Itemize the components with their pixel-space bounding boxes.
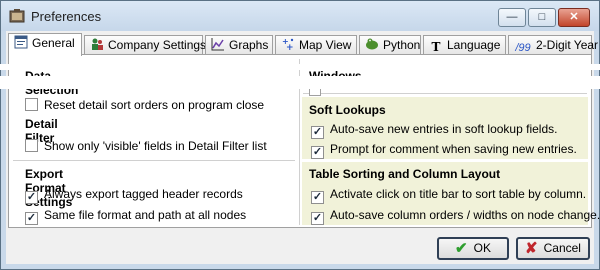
tab-language[interactable]: T Language bbox=[423, 35, 506, 54]
cancel-label: Cancel bbox=[543, 241, 581, 255]
window-title: Preferences bbox=[31, 9, 102, 24]
render-glitch-band bbox=[0, 64, 600, 70]
checkbox-label: Auto-save new entries in soft lookup fie… bbox=[330, 122, 558, 136]
title-bar[interactable]: Preferences — □ ✕ bbox=[1, 1, 599, 31]
reset-sort-orders-checkbox[interactable]: Reset detail sort orders on program clos… bbox=[25, 98, 264, 112]
checkbox[interactable]: ✓ bbox=[311, 126, 324, 139]
tab-label: Python bbox=[383, 38, 421, 52]
ok-button[interactable]: ✔ OK bbox=[437, 237, 509, 260]
tab-label: Company Settings bbox=[108, 38, 207, 52]
same-file-format-checkbox[interactable]: ✓ Same file format and path at all nodes bbox=[25, 208, 246, 225]
checkbox[interactable]: ✓ bbox=[25, 212, 38, 225]
map-view-icon: + + bbox=[280, 37, 296, 53]
tab-label: Language bbox=[447, 38, 501, 52]
render-glitch-band bbox=[0, 76, 600, 89]
checkbox[interactable]: ✓ bbox=[311, 191, 324, 204]
checkbox-label: Reset detail sort orders on program clos… bbox=[44, 98, 265, 112]
tab-company-settings[interactable]: Company Settings bbox=[84, 35, 207, 54]
tab-label: Map View bbox=[299, 38, 352, 52]
language-icon: T bbox=[431, 40, 441, 54]
section-divider bbox=[303, 93, 587, 94]
preferences-window: Preferences — □ ✕ General Company Settin… bbox=[0, 0, 600, 270]
checkbox-label: Activate click on title bar to sort tabl… bbox=[330, 187, 587, 201]
auto-save-lookup-checkbox[interactable]: ✓ Auto-save new entries in soft lookup fi… bbox=[311, 122, 557, 139]
cancel-button[interactable]: ✘ Cancel bbox=[516, 237, 590, 260]
checkbox-label: Auto-save column orders / widths on node… bbox=[330, 208, 600, 222]
checkmark-icon: ✔ bbox=[455, 240, 468, 257]
table-sorting-title: Table Sorting and Column Layout bbox=[309, 167, 501, 181]
show-visible-fields-checkbox[interactable]: Show only 'visible' fields in Detail Fil… bbox=[25, 139, 267, 153]
prompt-comment-checkbox[interactable]: ✓ Prompt for comment when saving new entr… bbox=[311, 142, 577, 159]
company-settings-icon bbox=[89, 37, 105, 51]
table-sorting-panel: Table Sorting and Column Layout ✓ Activat… bbox=[302, 162, 600, 225]
checkbox-label: Show only 'visible' fields in Detail Fil… bbox=[44, 139, 267, 153]
checkbox-label: Prompt for comment when saving new entri… bbox=[330, 142, 577, 156]
svg-text:+: + bbox=[286, 43, 294, 51]
close-button[interactable]: ✕ bbox=[558, 8, 590, 27]
app-icon bbox=[9, 9, 25, 23]
tab-two-digit-year[interactable]: /99 2-Digit Year bbox=[508, 35, 598, 54]
soft-lookups-panel: Soft Lookups ✓ Auto-save new entries in s… bbox=[302, 97, 588, 159]
general-tab-icon bbox=[13, 35, 29, 49]
two-digit-year-icon: /99 bbox=[515, 42, 531, 54]
checkbox-label: Same file format and path at all nodes bbox=[44, 208, 247, 222]
python-icon bbox=[364, 37, 380, 51]
graphs-icon bbox=[210, 37, 226, 51]
checkbox[interactable] bbox=[25, 98, 38, 111]
auto-save-column-checkbox[interactable]: ✓ Auto-save column orders / widths on nod… bbox=[311, 208, 600, 225]
tab-label: General bbox=[32, 36, 75, 50]
checkbox[interactable] bbox=[25, 139, 38, 152]
tab-label: 2-Digit Year bbox=[536, 38, 599, 52]
activate-click-sort-checkbox[interactable]: ✓ Activate click on title bar to sort tab… bbox=[311, 187, 586, 204]
tab-map-view[interactable]: + + Map View bbox=[275, 35, 357, 54]
tab-general[interactable]: General bbox=[8, 33, 82, 56]
checkbox[interactable]: ✓ bbox=[25, 191, 38, 204]
checkbox-label: Always export tagged header records bbox=[44, 187, 243, 201]
tab-python[interactable]: Python bbox=[359, 35, 421, 54]
always-export-tagged-checkbox[interactable]: ✓ Always export tagged header records bbox=[25, 187, 243, 204]
ok-label: OK bbox=[473, 241, 491, 255]
tab-graphs[interactable]: Graphs bbox=[205, 35, 273, 54]
section-divider bbox=[13, 160, 295, 161]
tab-label: Graphs bbox=[229, 38, 269, 52]
cancel-x-icon: ✘ bbox=[525, 240, 538, 257]
minimize-button[interactable]: — bbox=[498, 8, 526, 27]
maximize-button[interactable]: □ bbox=[528, 8, 556, 27]
checkbox[interactable]: ✓ bbox=[311, 146, 324, 159]
checkbox[interactable]: ✓ bbox=[311, 212, 324, 225]
soft-lookups-title: Soft Lookups bbox=[309, 103, 386, 117]
